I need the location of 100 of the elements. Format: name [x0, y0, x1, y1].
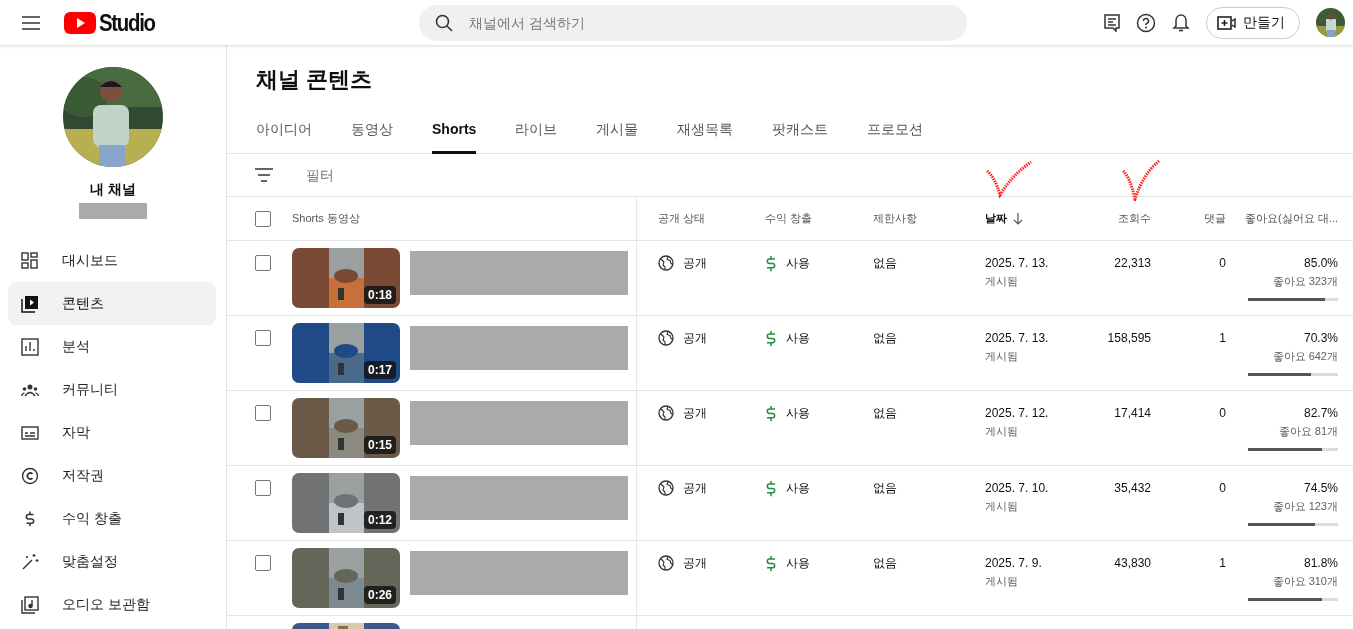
comments-count: 1: [1219, 555, 1226, 572]
checkbox[interactable]: [255, 255, 271, 271]
sidebar-item[interactable]: 오디오 보관함: [8, 583, 216, 626]
checkbox[interactable]: [255, 405, 271, 421]
sidebar-item[interactable]: 분석: [8, 325, 216, 368]
sort-down-icon[interactable]: [1013, 212, 1023, 225]
tab[interactable]: 재생목록: [677, 111, 734, 154]
redaction-block: [79, 203, 147, 219]
tab[interactable]: 팟캐스트: [772, 111, 829, 154]
status-text: 게시됨: [985, 424, 1019, 439]
page-title: 채널 콘텐츠: [256, 66, 374, 94]
restrictions-text: 없음: [873, 405, 897, 422]
video-add-icon: [1217, 14, 1237, 31]
check-mark-drawing: [985, 161, 1033, 199]
duration-badge: 0:26: [363, 586, 396, 604]
column-header[interactable]: 조회수: [1118, 211, 1151, 226]
restrictions-text: 없음: [873, 330, 897, 347]
copyright-icon: [21, 466, 39, 485]
checkbox[interactable]: [255, 555, 271, 571]
monetization-text: 사용: [786, 555, 810, 571]
dollar-icon: [765, 480, 777, 498]
like-ratio: 74.5%: [1303, 480, 1338, 496]
play-logo-icon[interactable]: [64, 11, 96, 34]
sidebar-item[interactable]: 콘텐츠: [8, 282, 216, 325]
date-text: 2025. 7. 9.: [985, 555, 1043, 571]
column-header[interactable]: 댓글: [1204, 211, 1226, 226]
globe-icon: [658, 405, 674, 421]
like-ratio: 81.8%: [1303, 555, 1338, 571]
likes-count: 좋아요 310개: [1272, 574, 1338, 589]
duration-badge: 0:12: [363, 511, 396, 529]
globe-icon: [658, 480, 674, 496]
comments-count: 0: [1219, 255, 1226, 272]
wand-icon: [21, 552, 39, 571]
column-header[interactable]: 공개 상태: [658, 211, 706, 226]
feedback-icon[interactable]: [1104, 13, 1120, 32]
tab[interactable]: 동영상: [351, 111, 393, 154]
content-icon: [21, 294, 39, 313]
menu-icon[interactable]: [22, 15, 40, 30]
search-icon[interactable]: [434, 13, 453, 32]
sidebar-item[interactable]: 커뮤니티: [8, 368, 216, 411]
restrictions-text: 없음: [873, 480, 897, 497]
checkbox[interactable]: [255, 330, 271, 346]
likes-count: 좋아요 323개: [1272, 274, 1338, 289]
create-button[interactable]: 만들기: [1206, 6, 1300, 39]
tab[interactable]: 게시물: [596, 111, 639, 154]
search-field[interactable]: 채널에서 검색하기: [418, 4, 967, 41]
duration-badge: 0:17: [363, 361, 396, 379]
date-text: 2025. 7. 13.: [985, 330, 1050, 346]
dashboard-icon: [21, 251, 39, 270]
column-header[interactable]: 날짜: [985, 211, 1007, 226]
monetization-text: 사용: [786, 330, 810, 346]
column-header[interactable]: 좋아요(싫어요 대...: [1245, 211, 1338, 226]
visibility-text: 공개: [683, 255, 707, 271]
tab[interactable]: 프로모션: [867, 111, 924, 154]
likes-count: 좋아요 123개: [1272, 499, 1338, 514]
help-icon[interactable]: [1136, 12, 1156, 33]
visibility-text: 공개: [683, 480, 707, 496]
tab[interactable]: 라이브: [515, 111, 558, 154]
channel-name: 내 채널: [90, 181, 136, 199]
check-mark-drawing: [1121, 159, 1161, 201]
dollar-icon: [765, 255, 777, 273]
status-text: 게시됨: [985, 274, 1019, 289]
globe-icon: [658, 555, 674, 571]
column-header[interactable]: Shorts 동영상: [292, 211, 360, 226]
logo-text[interactable]: Studio: [99, 8, 155, 37]
column-header[interactable]: 수익 창출: [765, 211, 813, 226]
dollar-icon: [765, 330, 777, 348]
likes-count: 좋아요 642개: [1272, 349, 1338, 364]
views-count: 43,830: [1114, 555, 1151, 572]
like-ratio: 70.3%: [1303, 330, 1338, 346]
date-text: 2025. 7. 13.: [985, 255, 1050, 271]
tab[interactable]: Shorts: [432, 111, 477, 154]
checkbox[interactable]: [255, 210, 271, 227]
sidebar-item[interactable]: 맞춤설정: [8, 540, 216, 583]
monetization-text: 사용: [786, 255, 810, 271]
sidebar-item[interactable]: 대시보드: [8, 239, 216, 282]
monetization-text: 사용: [786, 405, 810, 421]
analytics-icon: [21, 337, 39, 356]
like-ratio: 82.7%: [1303, 405, 1338, 421]
sidebar-item[interactable]: 저작권: [8, 454, 216, 497]
likes-count: 좋아요 81개: [1278, 424, 1338, 439]
column-header[interactable]: 제한사항: [873, 211, 917, 226]
visibility-text: 공개: [683, 555, 707, 571]
views-count: 35,432: [1114, 480, 1151, 497]
audio-icon: [21, 595, 39, 614]
filter-icon[interactable]: [255, 168, 273, 182]
duration-badge: 0:18: [363, 286, 396, 304]
comments-count: 0: [1219, 480, 1226, 497]
globe-icon: [658, 255, 674, 271]
tab[interactable]: 아이디어: [256, 111, 312, 154]
subtitles-icon: [21, 423, 39, 442]
views-count: 17,414: [1114, 405, 1151, 422]
views-count: 22,313: [1114, 255, 1151, 272]
restrictions-text: 없음: [873, 255, 897, 272]
duration-badge: 0:15: [363, 436, 396, 454]
bell-icon[interactable]: [1172, 12, 1190, 33]
sidebar-item[interactable]: 수익 창출: [8, 497, 216, 540]
checkbox[interactable]: [255, 480, 271, 496]
globe-icon: [658, 330, 674, 346]
sidebar-item[interactable]: 자막: [8, 411, 216, 454]
